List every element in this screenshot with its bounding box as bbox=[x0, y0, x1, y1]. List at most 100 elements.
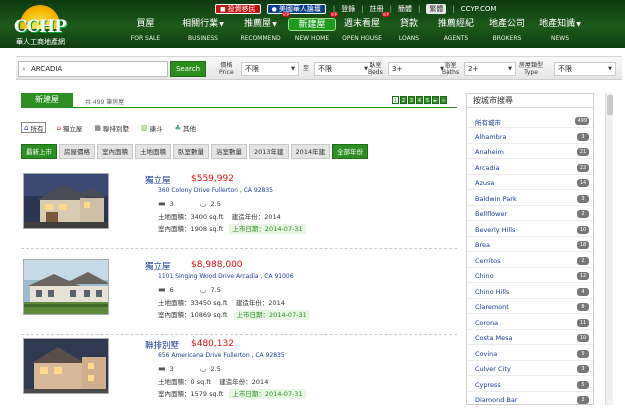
city-item[interactable]: Beverly Hills 10 bbox=[467, 222, 593, 237]
city-name: Diamond Bar bbox=[475, 396, 518, 404]
price-max-select[interactable]: 不限 ▼ bbox=[314, 62, 372, 76]
chevron-down-icon: ▼ bbox=[608, 66, 612, 72]
search-button[interactable]: Search bbox=[170, 61, 206, 77]
city-item[interactable]: Corona 11 bbox=[467, 315, 593, 330]
city-count-badge: 22 bbox=[577, 163, 589, 172]
listing-item: 獨立屋 $559,992 360 Colony Drive Fullerton … bbox=[21, 163, 457, 249]
sort-land[interactable]: 土地面積 bbox=[135, 144, 171, 159]
tab-new-home[interactable]: 新建屋 bbox=[21, 93, 73, 107]
beds-select[interactable]: 3+ ▼ bbox=[388, 62, 448, 76]
investment-immigration-label: 投資移民 bbox=[227, 4, 256, 13]
nav-new-home[interactable]: 新建屋 NEW HOME VIP bbox=[288, 12, 338, 42]
search-input[interactable]: ⌕ ARCADIA bbox=[18, 61, 168, 77]
investment-immigration-button[interactable]: ■ 投資移民 bbox=[215, 3, 261, 14]
listing-item: 獨立屋 $8,988,000 1101 Singing Wood Drive A… bbox=[21, 249, 457, 335]
city-item[interactable]: Claremont 8 bbox=[467, 299, 593, 314]
traditional-chinese-link[interactable]: 繁體 bbox=[426, 3, 447, 14]
listing-address[interactable]: 360 Colony Drive Fullerton , CA 92835 bbox=[158, 187, 273, 194]
listing-beds: 6 bbox=[169, 285, 174, 294]
divider: | bbox=[452, 4, 455, 13]
baths-value: 2+ bbox=[468, 65, 479, 73]
filter-2014[interactable]: 2014年建 bbox=[290, 144, 331, 159]
type-all[interactable]: ⌂ 所有 bbox=[21, 122, 47, 133]
city-item[interactable]: Azusa 14 bbox=[467, 175, 593, 190]
nav-agents[interactable]: 推薦經紀 AGENTS bbox=[430, 18, 482, 42]
nav-news[interactable]: 地產知識▼ NEWS bbox=[532, 18, 588, 42]
page-2[interactable]: 2 bbox=[400, 96, 407, 104]
city-name: Azusa bbox=[475, 179, 495, 187]
tab-underline bbox=[21, 107, 457, 108]
house-photo-icon bbox=[24, 339, 108, 393]
page-1[interactable]: 1 bbox=[392, 96, 399, 104]
city-item[interactable]: Chino Hills 4 bbox=[467, 284, 593, 299]
city-item[interactable]: Anaheim 21 bbox=[467, 144, 593, 159]
filter-all-years[interactable]: 全部年份 bbox=[332, 144, 369, 159]
listing-address[interactable]: 1101 Singing Wood Drive Arcadia , CA 910… bbox=[158, 273, 294, 280]
city-item[interactable]: Bellflower 2 bbox=[467, 206, 593, 221]
nav-open-house[interactable]: 週末看屋 OPEN HOUSE VIP bbox=[336, 12, 390, 42]
type-single-family[interactable]: ⌂ 獨立屋 bbox=[54, 122, 84, 133]
city-item[interactable]: Baldwin Park 3 bbox=[467, 191, 593, 206]
last-page-button[interactable]: » bbox=[440, 96, 447, 104]
city-item[interactable]: Alhambra 3 bbox=[467, 129, 593, 144]
listing-type[interactable]: 獨立屋 bbox=[145, 260, 171, 272]
bed-icon: ▬ bbox=[158, 285, 166, 294]
city-item[interactable]: Diamond Bar 3 bbox=[467, 392, 593, 404]
page-4[interactable]: 4 bbox=[416, 96, 423, 104]
search-icon: ⌕ bbox=[22, 65, 26, 73]
interior-label: 室內面積： bbox=[158, 311, 191, 319]
ccyp-site-link[interactable]: CCYP.COM bbox=[461, 5, 497, 13]
city-item[interactable]: Cerritos 2 bbox=[467, 253, 593, 268]
type-select[interactable]: 不限 ▼ bbox=[554, 62, 616, 76]
page-3[interactable]: 3 bbox=[408, 96, 415, 104]
nav-business-en: BUSINESS bbox=[188, 35, 218, 42]
nav-business[interactable]: 相關行業▼ BUSINESS bbox=[173, 18, 233, 42]
filter-2013[interactable]: 2013年建 bbox=[249, 144, 289, 159]
city-item[interactable]: Costa Mesa 10 bbox=[467, 330, 593, 345]
scrollbar[interactable] bbox=[605, 93, 613, 405]
sort-price[interactable]: 房屋價格 bbox=[59, 144, 95, 159]
chinese-forum-button[interactable]: ● 美國華人論壇 bbox=[266, 3, 326, 14]
nav-business-label: 相關行業 bbox=[182, 19, 219, 29]
sort-beds[interactable]: 臥室數量 bbox=[173, 144, 209, 159]
page-5[interactable]: 5 bbox=[424, 96, 431, 104]
listing-photo[interactable] bbox=[23, 259, 109, 315]
site-logo[interactable]: CCHP 華人工商地產網 bbox=[14, 3, 78, 47]
sort-baths[interactable]: 浴室數量 bbox=[211, 144, 247, 159]
listing-photo[interactable] bbox=[23, 173, 109, 229]
city-item[interactable]: Covina 5 bbox=[467, 346, 593, 361]
city-item[interactable]: Cypress 5 bbox=[467, 377, 593, 392]
listing-price: $8,988,000 bbox=[191, 260, 243, 270]
city-item[interactable]: Culver City 3 bbox=[467, 361, 593, 376]
type-other[interactable]: ♣ 其他 bbox=[173, 122, 198, 133]
type-townhouse[interactable]: ▦ 聯排別墅 bbox=[92, 122, 131, 133]
listing-type[interactable]: 聯排別墅 bbox=[145, 339, 179, 351]
sort-interior[interactable]: 室內面積 bbox=[97, 144, 133, 159]
nav-recommend[interactable]: 推薦屋▼ RECOMMEND VIP bbox=[233, 12, 290, 42]
city-name: Cerritos bbox=[475, 256, 501, 265]
listing-photo[interactable] bbox=[23, 338, 109, 394]
listing-type[interactable]: 獨立屋 bbox=[145, 174, 171, 186]
type-condo[interactable]: ▥ 康斗 bbox=[139, 122, 165, 133]
city-item[interactable]: Chino 12 bbox=[467, 268, 593, 283]
scrollbar-thumb[interactable] bbox=[607, 95, 613, 115]
city-item[interactable]: Brea 18 bbox=[467, 237, 593, 252]
property-type-filter: ⌂ 所有 ⌂ 獨立屋 ▦ 聯排別墅 ▥ 康斗 ♣ 其他 bbox=[21, 122, 206, 133]
city-item[interactable]: 所有城市 499 bbox=[467, 113, 593, 128]
listing-address[interactable]: 656 Americana Drive Fullerton , CA 92835 bbox=[158, 352, 285, 359]
city-item[interactable]: Arcadia 22 bbox=[467, 160, 593, 175]
nav-for-sale[interactable]: 買屋 FOR SALE bbox=[118, 18, 173, 42]
nav-news-label: 地產知識 bbox=[539, 19, 576, 29]
baths-select[interactable]: 2+ ▼ bbox=[464, 62, 516, 76]
nav-loans[interactable]: 貸款 LOANS bbox=[388, 18, 430, 42]
nav-brokers[interactable]: 地產公司 BROKERS bbox=[482, 18, 532, 42]
year-label: 建造年份： bbox=[219, 378, 252, 386]
login-link[interactable]: 登錄 bbox=[341, 4, 355, 14]
logo-subtitle: 華人工商地產網 bbox=[16, 38, 65, 46]
city-name: Chino bbox=[475, 272, 494, 280]
next-page-button[interactable]: ► bbox=[432, 96, 439, 104]
sort-newest[interactable]: 最新上市 bbox=[21, 144, 57, 159]
simplified-chinese-link[interactable]: 簡體 bbox=[398, 4, 412, 14]
price-min-select[interactable]: 不限 ▼ bbox=[241, 62, 299, 76]
city-count-badge: 3 bbox=[577, 132, 589, 141]
